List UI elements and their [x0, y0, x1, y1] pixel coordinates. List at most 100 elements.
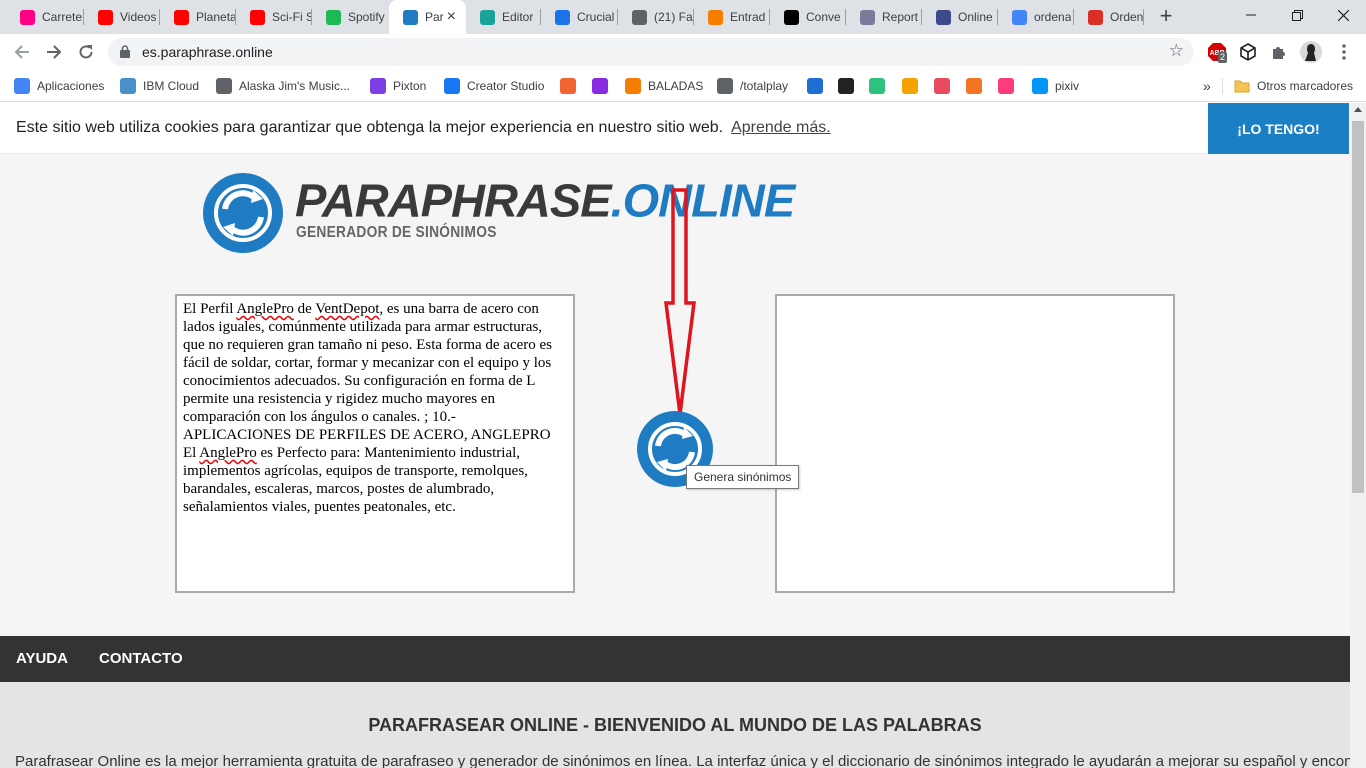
tab-label: Conve [806, 10, 841, 24]
reload-button[interactable] [72, 38, 100, 66]
tab[interactable]: ordena [998, 0, 1074, 34]
blogger-icon [902, 78, 918, 94]
tab-label: (21) Fa [654, 10, 693, 24]
tab[interactable]: Planeta [160, 0, 236, 34]
back-button[interactable] [8, 38, 36, 66]
x-icon [807, 78, 823, 94]
bookmarks-overflow-button[interactable]: » [1203, 76, 1211, 96]
bookmark-item[interactable]: Alaska Jim's Music... [216, 76, 350, 96]
output-textarea[interactable] [775, 294, 1175, 593]
generate-tooltip: Genera sinónimos [686, 465, 800, 489]
bookmark-item[interactable]: BALADAS [625, 76, 703, 96]
bookmark-item[interactable] [902, 76, 925, 96]
youtube-icon [98, 9, 113, 25]
logo-title-accent: .ONLINE [610, 174, 796, 227]
bookmark-item[interactable] [592, 76, 615, 96]
blogger-icon [625, 78, 641, 94]
address-bar[interactable]: es.paraphrase.online ☆ [108, 38, 1194, 66]
tab[interactable]: Videos [84, 0, 160, 34]
chrome-menu-button[interactable] [1333, 41, 1355, 63]
tab-label: Crucial [577, 10, 615, 24]
bookmark-label: Aplicaciones [37, 79, 105, 93]
editor-icon [480, 9, 495, 25]
browser-toolbar: es.paraphrase.online ☆ ABP 2 [0, 34, 1366, 70]
bookmark-item[interactable] [838, 76, 861, 96]
new-tab-button[interactable]: + [1154, 5, 1178, 29]
bookmark-item[interactable] [998, 76, 1021, 96]
lock-icon[interactable] [120, 45, 130, 58]
globe-icon [216, 78, 232, 94]
bookmark-item[interactable] [869, 76, 892, 96]
site-logo[interactable]: PARAPHRASE.ONLINE GENERADOR DE SINÓNIMOS [201, 171, 795, 255]
youtube-icon [250, 9, 265, 25]
tab[interactable]: Crucial [541, 0, 618, 34]
misspelled-word: AnglePro [236, 301, 294, 317]
page-scrollbar[interactable] [1350, 103, 1366, 768]
blogger-icon [708, 9, 723, 25]
input-text-segment: , es una barra de acero con lados iguale… [183, 301, 553, 461]
footer-nav: AYUDA CONTACTO [0, 636, 1350, 682]
tab[interactable]: Entrad [694, 0, 770, 34]
extensions-button[interactable] [1268, 41, 1290, 63]
other-bookmarks-label: Otros marcadores [1257, 79, 1354, 93]
tab[interactable]: Carrete [6, 0, 84, 34]
url-text[interactable]: es.paraphrase.online [142, 44, 273, 60]
input-text-segment: de [293, 301, 316, 317]
minimize-icon [1246, 14, 1256, 16]
bookmark-item[interactable]: pixiv [1032, 76, 1079, 96]
bookmark-label: Pixton [393, 79, 427, 93]
profile-avatar[interactable] [1300, 41, 1322, 63]
scrollbar-thumb[interactable] [1352, 121, 1364, 493]
info-section: PARAFRASEAR ONLINE - BIENVENIDO AL MUNDO… [0, 682, 1350, 768]
restore-button[interactable] [1274, 0, 1320, 30]
cookie-accept-button[interactable]: ¡LO TENGO! [1208, 103, 1349, 154]
nav-contact-link[interactable]: CONTACTO [99, 650, 183, 667]
minimize-button[interactable] [1228, 0, 1274, 30]
c-icon [555, 9, 570, 25]
bookmark-star-icon[interactable]: ☆ [1169, 41, 1184, 61]
forward-button[interactable] [40, 38, 68, 66]
nav-help-link[interactable]: AYUDA [16, 650, 68, 667]
puzzle-icon [1273, 47, 1285, 59]
tab[interactable]: Online [922, 0, 998, 34]
bookmark-item[interactable]: /totalplay [717, 76, 788, 96]
tab[interactable]: Orden [1074, 0, 1144, 34]
bookmark-item[interactable] [560, 76, 583, 96]
globe-icon [717, 78, 733, 94]
cube-extension[interactable] [1237, 41, 1259, 63]
tab[interactable]: Spotify [312, 0, 389, 34]
cookie-banner: Este sitio web utiliza cookies para gara… [0, 103, 1350, 154]
tab-label: Planeta [196, 10, 236, 24]
bookmark-item[interactable]: IBM Cloud [120, 76, 199, 96]
bookmark-label: Creator Studio [467, 79, 545, 93]
j-icon [784, 9, 799, 25]
report-icon [860, 9, 875, 25]
cookie-learn-more-link[interactable]: Aprende más. [731, 119, 831, 136]
bookmark-item[interactable] [966, 76, 989, 96]
bookmark-item[interactable]: Pixton [370, 76, 426, 96]
other-bookmarks-folder[interactable]: Otros marcadores [1234, 76, 1353, 96]
close-tab-icon[interactable]: × [447, 8, 456, 26]
restore-icon [1291, 9, 1303, 21]
back-arrow-icon [14, 45, 29, 59]
adblock-extension[interactable]: ABP 2 [1206, 41, 1228, 63]
bars-icon [838, 78, 854, 94]
pixton-icon [370, 78, 386, 94]
tab-label: Entrad [730, 10, 766, 24]
close-window-button[interactable] [1320, 0, 1366, 30]
bookmark-item[interactable]: Aplicaciones [14, 76, 104, 96]
tab[interactable]: Report [846, 0, 922, 34]
tab[interactable]: (21) Fa [618, 0, 694, 34]
tab[interactable]: Sci-Fi S [236, 0, 312, 34]
bookmark-item[interactable] [807, 76, 830, 96]
pinwheel-icon [560, 78, 576, 94]
tab[interactable]: Conve [770, 0, 846, 34]
scroll-up-arrow-icon[interactable] [1354, 107, 1362, 112]
bookmark-item[interactable] [934, 76, 957, 96]
tab[interactable]: Par × [389, 0, 466, 34]
bookmark-item[interactable]: Creator Studio [444, 76, 544, 96]
tab-label: Editor [502, 10, 534, 24]
spotify-icon [326, 9, 341, 25]
tab[interactable]: Editor [466, 0, 541, 34]
input-textarea[interactable]: El Perfil AnglePro de VentDepot, es una … [175, 294, 575, 593]
